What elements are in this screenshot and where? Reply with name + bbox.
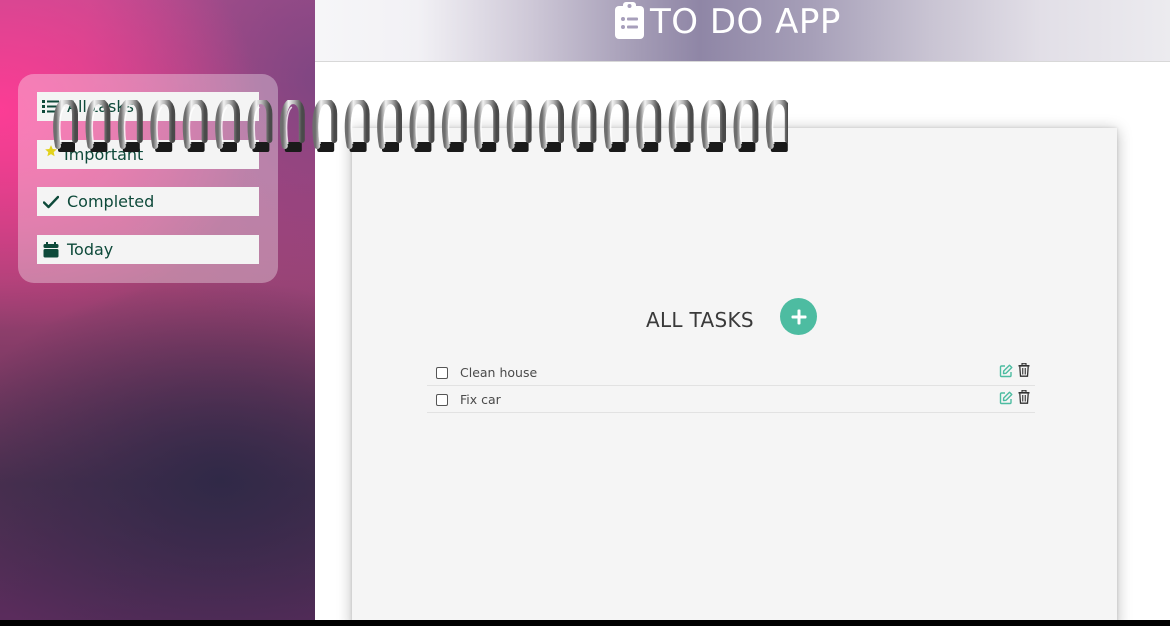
trash-icon[interactable] [1018,362,1030,377]
spiral-ring [441,100,467,152]
task-text: Fix car [460,392,501,407]
spiral-ring [765,100,788,152]
sidebar-item-today[interactable]: Today [37,235,259,264]
task-row: Fix car [427,386,1035,413]
spiral-ring [247,100,273,152]
spiral-ring [668,100,694,152]
check-icon [42,193,59,210]
spiral-ring [474,100,500,152]
spiral-ring [409,100,435,152]
spiral-ring [150,100,176,152]
sidebar-item-completed[interactable]: Completed [37,187,259,216]
spiral-ring [279,100,305,152]
clipboard-list-icon [615,1,644,43]
plus-icon [791,309,806,324]
notebook-card: ALL TASKS Clean house Fix car [352,128,1117,620]
task-checkbox[interactable] [436,367,448,379]
task-row: Clean house [427,359,1035,386]
sidebar-item-label: Completed [67,192,155,211]
list-title: ALL TASKS [646,308,754,332]
task-checkbox[interactable] [436,394,448,406]
spiral-ring [117,100,143,152]
spiral-ring [344,100,370,152]
task-list: Clean house Fix car [427,359,1035,413]
spiral-ring [85,100,111,152]
edit-icon[interactable] [999,363,1013,378]
spiral-ring [377,100,402,152]
spiral-ring [53,100,78,152]
spiral-ring [636,100,662,152]
trash-icon[interactable] [1018,389,1030,404]
app-page: All tasks Important Completed Today TO D… [0,0,1170,620]
calendar-icon [42,241,59,258]
app-title: TO DO APP [650,2,841,42]
task-text: Clean house [460,365,538,380]
add-task-button[interactable] [780,298,817,335]
spiral-ring [603,100,629,152]
spiral-binding [53,100,788,152]
app-header: TO DO APP [315,0,1170,62]
spiral-ring [506,100,532,152]
sidebar-item-label: Today [67,240,114,259]
spiral-ring [182,100,208,152]
spiral-ring [733,100,759,152]
spiral-ring [701,100,726,152]
spiral-ring [571,100,597,152]
edit-icon[interactable] [999,390,1013,405]
spiral-ring [312,100,338,152]
app-title-group: TO DO APP [615,0,841,44]
sidebar: All tasks Important Completed Today [0,0,315,620]
spiral-ring [215,100,240,152]
list-header: ALL TASKS [352,298,1117,338]
spiral-ring [539,100,564,152]
